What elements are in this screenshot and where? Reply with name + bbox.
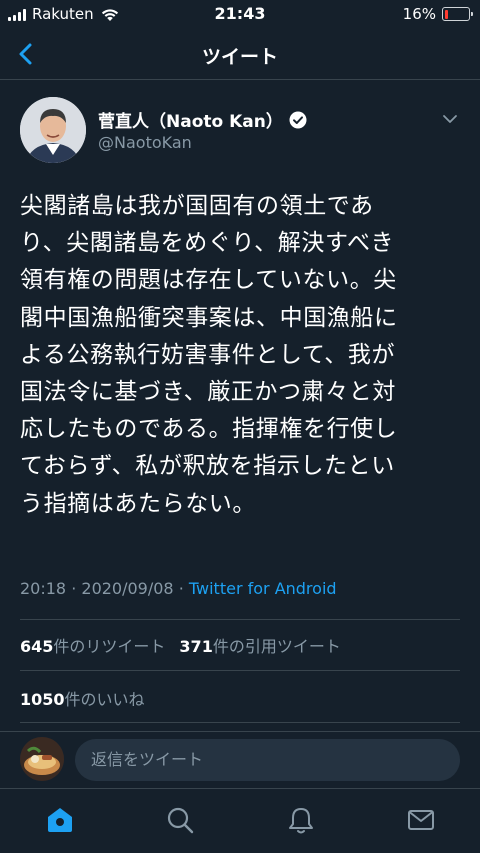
- battery-icon: [442, 7, 473, 21]
- home-icon[interactable]: [45, 805, 75, 835]
- chevron-down-icon[interactable]: [440, 109, 460, 129]
- tweet-text: 尖閣諸島は我が国固有の領土であ り、尖閣諸島をめぐり、解決すべき 領有権の問題は…: [20, 193, 398, 517]
- meta-dot: ·: [178, 579, 184, 598]
- engagement-counts: 645件のリツイート 371件の引用ツイート: [20, 633, 341, 657]
- notifications-bell-icon[interactable]: [286, 805, 316, 835]
- like-count[interactable]: 1050件のいいね: [20, 686, 145, 710]
- retweet-count-value: 645: [20, 637, 54, 656]
- status-bar: Rakuten 21:43 16%: [0, 0, 480, 28]
- tweet-author: 菅直人（Naoto Kan） @NaotoKan: [20, 97, 460, 167]
- divider: [20, 722, 460, 723]
- retweet-count-label: 件のリツイート: [53, 637, 166, 656]
- like-count-value: 1050: [20, 690, 65, 709]
- display-name-text: 菅直人（Naoto Kan）: [98, 112, 283, 132]
- reply-bar: 返信をツイート: [0, 731, 480, 788]
- divider: [20, 619, 460, 620]
- tweet-source-link[interactable]: Twitter for Android: [189, 579, 337, 598]
- meta-dot: ·: [71, 579, 77, 598]
- bottom-tab-bar: [0, 788, 480, 853]
- user-handle[interactable]: @NaotoKan: [98, 133, 192, 152]
- quote-count[interactable]: 371件の引用ツイート: [179, 633, 340, 657]
- page-title: ツイート: [201, 46, 278, 68]
- tweet-date: 2020/09/08: [81, 579, 174, 598]
- avatar[interactable]: [20, 97, 86, 163]
- retweet-count[interactable]: 645件のリツイート: [20, 633, 165, 657]
- messages-envelope-icon[interactable]: [406, 805, 436, 835]
- quote-count-label: 件の引用ツイート: [212, 637, 341, 656]
- quote-count-value: 371: [179, 637, 213, 656]
- battery-percent: 16%: [402, 5, 436, 23]
- divider: [20, 670, 460, 671]
- my-avatar-photo: [20, 737, 64, 781]
- avatar-photo: [20, 97, 86, 163]
- nav-header: ツイート: [0, 30, 480, 80]
- like-count-label: 件のいいね: [64, 690, 145, 709]
- tweet-time: 20:18: [20, 579, 67, 598]
- search-icon[interactable]: [165, 805, 195, 835]
- verified-badge-icon: [289, 111, 307, 128]
- display-name[interactable]: 菅直人（Naoto Kan）: [98, 107, 307, 132]
- tweet-meta: 20:18 · 2020/09/08 · Twitter for Android: [20, 579, 337, 598]
- reply-input[interactable]: 返信をツイート: [75, 739, 460, 781]
- status-right: 16%: [402, 5, 473, 23]
- battery-fill: [444, 9, 449, 19]
- my-avatar[interactable]: [20, 737, 64, 781]
